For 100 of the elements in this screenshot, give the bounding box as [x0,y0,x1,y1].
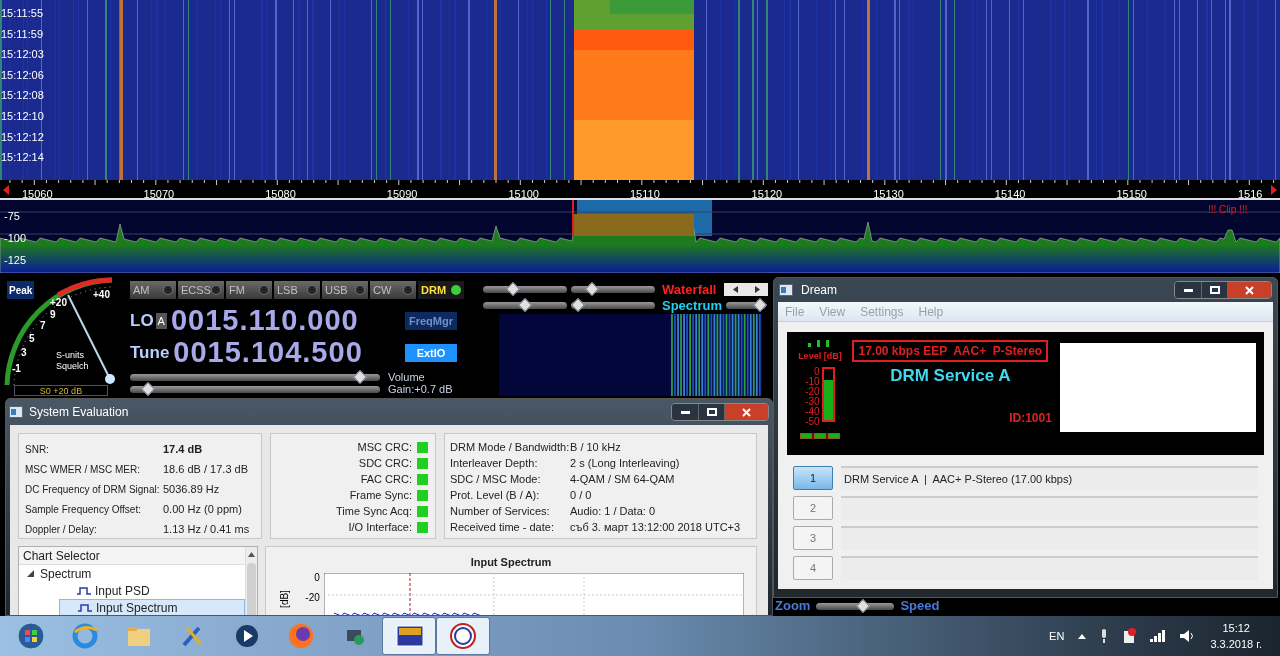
time-label: 15:12:08 [0,88,44,104]
mode-button[interactable]: FM [226,281,272,299]
frequency-label: 15080 [265,187,296,202]
tree-item[interactable]: Input PSD [59,582,245,599]
mode-button[interactable]: CW [370,281,416,299]
frequency-label: 15070 [143,187,175,202]
service-button[interactable]: 4 [793,556,833,580]
level-tick: -20 [805,386,820,397]
gain-label: Gain:+0.7 dB [388,383,453,395]
stat-label: MSC WMER / MSC MER: [25,462,141,477]
chart-selector-header: Chart Selector [19,547,245,565]
stat-label: DC Frequency of DRM Signal: [25,482,161,497]
level-tick: -10 [805,376,820,387]
scale-label: -1 [12,362,21,376]
service-button[interactable]: 3 [793,526,833,550]
info-value: B / 10 kHz [570,439,621,455]
menu-item[interactable]: Settings [860,302,904,321]
clock-time[interactable]: 15:12 [1222,619,1250,636]
clip-warning: !!! Clip !!! [1208,203,1248,217]
clock-date[interactable]: 3.3.2018 г. [1210,636,1262,653]
time-label: 15:12:06 [0,67,44,83]
db-label: -75 [4,209,20,224]
stat-label: Sample Frequency Offset: [25,502,142,517]
info-label: DRM Mode / Bandwidth: [450,439,570,455]
window-title: System Evaluation [29,404,129,421]
frequency-label: 15130 [873,187,904,202]
service-button[interactable]: 2 [793,496,833,520]
frequency-label: 15110 [630,187,660,202]
stat-label: SNR: [25,442,50,457]
frequency-label: 1516 [1238,187,1263,202]
scale-label: +40 [93,288,110,302]
window-title: Dream [801,282,837,299]
mode-button[interactable]: ECSS [178,281,224,299]
service-field: DRM Service A | AAC+ P-Stereo (17.00 kbps) [841,466,1258,490]
info-label: Received time - date: [450,519,555,535]
scale-label: 7 [40,319,46,333]
squelch-label: Squelch [56,360,89,373]
service-id: ID:1001 [1009,409,1052,427]
extio-button[interactable]: ExtIO [405,344,457,362]
frequency-label: 15140 [994,187,1026,202]
time-label: 15:12:10 [0,108,44,124]
status-label: I/O Interface: [348,519,412,535]
menu-item[interactable]: File [785,302,805,321]
info-value: съб 3. март 13:12:00 2018 UTC+3 [570,519,741,535]
db-label: -100 [4,231,27,246]
scale-label: 9 [50,308,56,322]
speed-label: Speed [900,597,940,616]
info-label: SDC / MSC Mode: [450,471,542,487]
s-units-label: S-units [56,349,84,362]
zoom-label: Zoom [775,597,811,616]
stat-value: 0.00 Hz (0 ppm) [163,501,242,517]
service-info: 17.00 kbps EEP AAC+ P-Stereo [852,340,1049,362]
service-button[interactable]: 1 [793,466,833,490]
mode-button[interactable]: DRM [418,281,464,299]
status-label: Time Sync Acq: [336,503,412,519]
chart-title: Input Spectrum [469,555,553,570]
info-value: 2 s (Long Interleaving) [570,455,680,471]
scale-label: +20 [50,296,67,310]
mode-button[interactable]: LSB [274,281,320,299]
freqmgr-button[interactable]: FreqMgr [405,312,457,330]
mode-button[interactable]: USB [322,281,368,299]
lo-label: LO [130,310,154,333]
status-label: SDC CRC: [358,455,412,471]
level-label: Level [dB] [798,350,842,363]
stat-value: 17.4 dB [163,441,203,457]
s-meter-reading: S0 +20 dB [14,385,108,396]
volume-label: Volume [388,371,425,383]
time-label: 15:11:55 [0,6,43,21]
time-label: 15:12:03 [0,47,44,63]
time-label: 15:12:12 [0,129,44,145]
time-label: 15:11:59 [0,26,43,42]
frequency-label: 15090 [386,187,418,202]
stat-label: Doppler / Delay: [25,522,98,537]
level-tick: -30 [805,396,820,407]
axis-label: [dB] [277,589,289,608]
scale-label: 3 [21,346,27,360]
tree-item[interactable]: Spectrum [40,564,92,583]
frequency-label: 15150 [1116,187,1147,202]
info-label: Number of Services: [450,503,551,519]
menu-item[interactable]: Help [918,302,944,321]
level-tick: 0 [814,366,820,377]
tick-label: 0 [314,572,320,585]
info-value: Audio: 1 / Data: 0 [570,503,655,519]
waterfall-label: Waterfall [662,280,717,299]
level-tick: -50 [805,416,820,427]
info-label: Prot. Level (B / A): [450,487,541,503]
tree-item[interactable]: Input Spectrum [59,599,245,615]
level-tick: -40 [805,406,820,417]
stat-value: 18.6 dB / 17.3 dB [163,461,248,477]
frequency-label: 15100 [508,187,539,202]
stat-value: 5036.89 Hz [163,481,220,497]
status-label: MSC CRC: [357,439,412,455]
peak-button[interactable]: Peak [7,281,35,299]
frequency-label: 15120 [751,187,783,202]
spectrum-label: Spectrum [662,296,722,315]
mode-button[interactable]: AM [130,281,176,299]
menu-item[interactable]: View [819,302,846,321]
bank-label: A [155,312,167,330]
status-label: Frame Sync: [349,487,412,503]
language-indicator[interactable]: EN [1049,627,1065,645]
